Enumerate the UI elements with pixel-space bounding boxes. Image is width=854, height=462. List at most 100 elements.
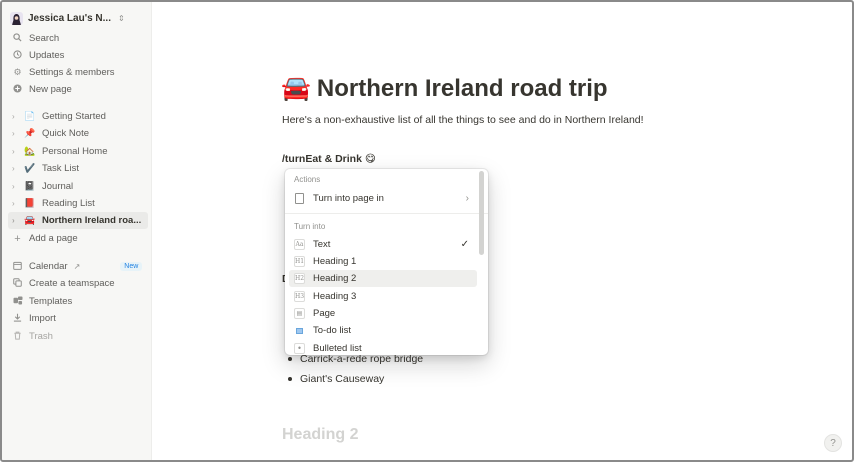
sidebar-page-getting-started[interactable]: › 📄 Getting Started <box>8 108 148 125</box>
menu-item-label: Bulleted list <box>313 343 362 354</box>
chevron-right-icon[interactable]: › <box>12 199 18 208</box>
menu-item-label: Page <box>313 308 336 319</box>
turn-into-menu: Actions Turn into page in › Turn into Aa… <box>285 169 488 355</box>
chevron-up-down-icon: ⇕ <box>117 13 125 23</box>
plus-circle-icon <box>12 84 23 95</box>
chevron-right-icon[interactable]: › <box>12 216 18 225</box>
sidebar-item-label: Reading List <box>42 198 95 209</box>
help-button[interactable]: ? <box>824 434 842 452</box>
menu-scrollbar[interactable] <box>479 171 484 255</box>
gear-icon: ⚙ <box>13 67 22 77</box>
sidebar-item-label: Import <box>29 313 56 324</box>
menu-item-label: Heading 2 <box>313 273 357 284</box>
sidebar-item-calendar[interactable]: Calendar ↗ New <box>8 258 148 275</box>
pushpin-icon: 📌 <box>24 128 36 138</box>
intro-paragraph[interactable]: Here's a non-exhaustive list of all the … <box>282 114 644 126</box>
sidebar-item-import[interactable]: Import <box>8 310 148 327</box>
menu-item-heading-3[interactable]: H3 Heading 3 <box>289 288 477 305</box>
sidebar-item-label: Quick Note <box>42 128 89 139</box>
menu-item-heading-1[interactable]: H1 Heading 1 <box>289 253 477 270</box>
car-icon: 🚘 <box>24 215 36 225</box>
sidebar-page-quick-note[interactable]: › 📌 Quick Note <box>8 125 148 142</box>
menu-divider <box>285 213 488 214</box>
sidebar-item-label: Templates <box>29 296 73 307</box>
check-mark-icon: ✔️ <box>24 163 36 173</box>
sidebar-item-label: New page <box>29 84 72 95</box>
sidebar-item-templates[interactable]: Templates <box>8 293 148 310</box>
menu-item-label: Turn into page in <box>313 193 384 204</box>
chevron-right-icon: › <box>465 193 469 204</box>
sidebar-item-create-teamspace[interactable]: Create a teamspace <box>8 275 148 292</box>
search-icon <box>12 33 23 44</box>
calendar-icon <box>12 261 23 272</box>
turn-into-page-in-item[interactable]: Turn into page in › <box>289 190 477 207</box>
menu-item-label: Text <box>313 239 331 250</box>
sidebar-item-label: Create a teamspace <box>29 278 115 289</box>
workspace-avatar-icon <box>10 11 23 25</box>
new-badge: New <box>120 262 143 271</box>
sidebar-item-search[interactable]: Search <box>8 30 148 47</box>
sidebar-item-label: Getting Started <box>42 111 106 122</box>
menu-item-label: Heading 1 <box>313 256 357 267</box>
workspace-name: Jessica Lau's N... <box>28 12 111 24</box>
checkmark-icon: ✓ <box>460 239 469 250</box>
sidebar-item-label: Task List <box>42 163 79 174</box>
sidebar-item-label: Journal <box>42 181 74 192</box>
house-icon: 🏡 <box>24 146 36 156</box>
list-item-text: Giant's Causeway <box>300 373 385 385</box>
page-icon <box>294 193 305 204</box>
menu-section-actions: Actions <box>294 175 321 184</box>
chevron-right-icon[interactable]: › <box>12 164 18 173</box>
add-page-label: Add a page <box>29 233 78 244</box>
list-item[interactable]: Giant's Causeway <box>288 373 384 385</box>
page-icon: 📄 <box>24 111 36 121</box>
trash-icon <box>12 331 23 342</box>
sidebar-page-journal[interactable]: › 📓 Journal <box>8 178 148 195</box>
menu-item-label: To-do list <box>313 325 352 336</box>
sidebar-page-personal-home[interactable]: › 🏡 Personal Home <box>8 143 148 160</box>
book-icon: 📕 <box>24 198 36 208</box>
sidebar-item-label: Personal Home <box>42 146 108 157</box>
sidebar-item-new-page[interactable]: New page <box>8 81 148 98</box>
sidebar-item-label: Updates <box>29 50 65 61</box>
menu-item-heading-2[interactable]: H2 Heading 2 <box>289 270 477 287</box>
chevron-right-icon[interactable]: › <box>12 129 18 138</box>
chevron-right-icon[interactable]: › <box>12 147 18 156</box>
sidebar-page-reading-list[interactable]: › 📕 Reading List <box>8 195 148 212</box>
sidebar-item-updates[interactable]: Updates <box>8 47 148 64</box>
clock-icon <box>12 50 23 61</box>
bullet-icon <box>288 357 292 361</box>
menu-item-todo-list[interactable]: To-do list <box>289 322 477 339</box>
app-window: Jessica Lau's N... ⇕ Search Updates ⚙ Se… <box>0 0 854 462</box>
car-icon[interactable]: 🚘 <box>281 74 311 103</box>
sidebar-page-northern-ireland[interactable]: › 🚘 Northern Ireland roa... <box>8 212 148 229</box>
sidebar: Jessica Lau's N... ⇕ Search Updates ⚙ Se… <box>2 2 152 460</box>
plus-icon: + <box>14 232 21 245</box>
page-title[interactable]: 🚘 Northern Ireland road trip <box>281 74 608 103</box>
question-icon: ? <box>830 437 836 449</box>
sidebar-item-label: Trash <box>29 331 53 342</box>
chevron-right-icon[interactable]: › <box>12 182 18 191</box>
teamspace-icon <box>12 278 23 289</box>
slash-command-line[interactable]: /turnEat & Drink 😋 <box>282 153 376 165</box>
sidebar-item-label: Search <box>29 33 60 44</box>
sidebar-item-settings[interactable]: ⚙ Settings & members <box>8 64 148 81</box>
chevron-right-icon[interactable]: › <box>12 112 18 121</box>
menu-item-page[interactable]: ▤ Page <box>289 305 477 322</box>
notebook-icon: 📓 <box>24 181 36 191</box>
add-page-button[interactable]: + Add a page <box>8 230 148 247</box>
menu-item-bulleted-list[interactable]: • Bulleted list <box>289 340 477 355</box>
bullet-icon <box>288 377 292 381</box>
menu-item-text[interactable]: Aa Text ✓ <box>289 236 477 253</box>
sidebar-item-label: Northern Ireland roa... <box>42 215 142 226</box>
sidebar-item-label: Settings & members <box>29 67 115 78</box>
sidebar-page-task-list[interactable]: › ✔️ Task List <box>8 160 148 177</box>
heading-placeholder[interactable]: Heading 2 <box>282 426 358 444</box>
text-icon: Aa <box>294 239 305 250</box>
bullet-icon: • <box>294 343 305 354</box>
templates-icon <box>12 296 23 307</box>
sidebar-item-trash[interactable]: Trash <box>8 328 148 345</box>
workspace-switcher[interactable]: Jessica Lau's N... ⇕ <box>8 8 146 28</box>
sidebar-item-label: Calendar <box>29 261 68 272</box>
todo-icon <box>294 325 305 336</box>
